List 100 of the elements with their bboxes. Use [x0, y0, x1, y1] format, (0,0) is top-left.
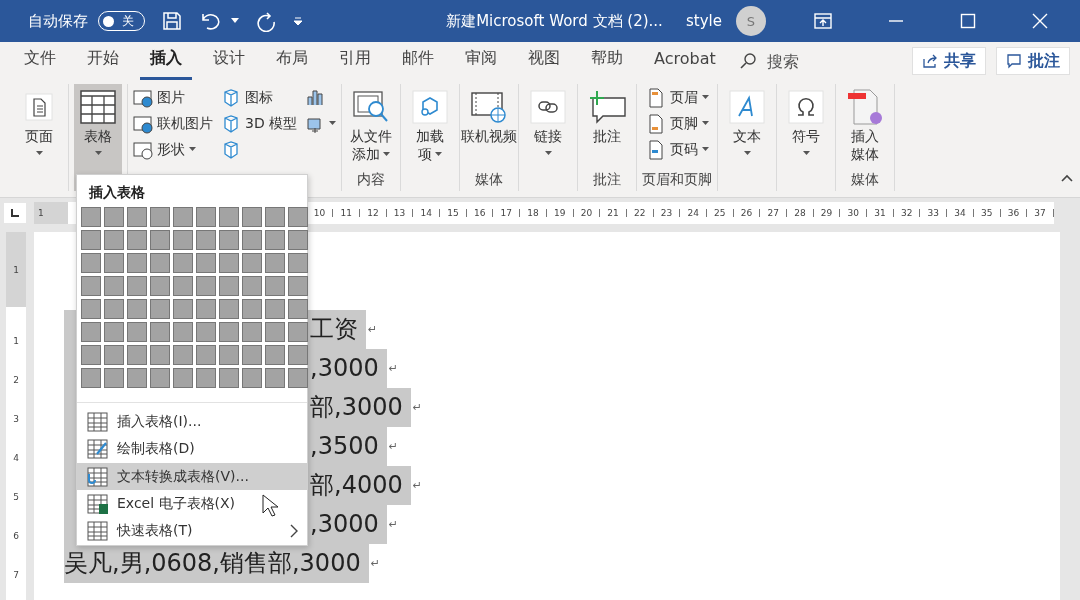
- autosave-label: 自动保存: [28, 11, 88, 31]
- customize-caret-icon[interactable]: [293, 16, 303, 26]
- paragraph-mark: ↵: [388, 440, 398, 453]
- ruler-number: 12: [367, 208, 379, 218]
- share-icon: [922, 53, 938, 69]
- table-icon: [87, 520, 109, 543]
- caret-icon: [701, 121, 709, 126]
- table-icon: [87, 411, 109, 434]
- ribbon-tab[interactable]: 开始: [77, 42, 129, 80]
- ribbon-button[interactable]: 页眉: [645, 86, 709, 109]
- video-globe-icon: [470, 90, 509, 124]
- ribbon-tab[interactable]: Acrobat: [644, 43, 726, 79]
- caret-icon: [435, 151, 443, 157]
- ribbon-button[interactable]: 从文件 添加: [347, 84, 396, 171]
- shapes-icon: [133, 139, 153, 160]
- left-tab-icon: [10, 208, 20, 218]
- ribbon-button[interactable]: 形状: [133, 138, 213, 161]
- comments-button[interactable]: 批注: [996, 47, 1070, 75]
- redo-icon[interactable]: [255, 10, 277, 32]
- ribbon-button[interactable]: 加载 项: [406, 84, 455, 191]
- mouse-pointer-icon: [262, 494, 278, 518]
- ribbon-button[interactable]: 图片: [133, 86, 213, 109]
- maximize-icon[interactable]: [960, 13, 976, 29]
- caret-icon: [544, 151, 552, 156]
- share-button[interactable]: 共享: [912, 47, 986, 75]
- menu-item[interactable]: 快速表格(T): [77, 517, 307, 546]
- search-icon: [738, 52, 757, 70]
- caret-icon: [383, 151, 391, 157]
- ruler-number: 20: [580, 208, 593, 218]
- ribbon-tab[interactable]: 布局: [266, 42, 318, 80]
- ruler-number: 19: [553, 208, 566, 218]
- ruler-number: 10: [313, 208, 326, 218]
- ribbon-tab[interactable]: 设计: [203, 42, 255, 80]
- ruler-number: 36: [1007, 208, 1020, 218]
- ribbon-button[interactable]: 插入 媒体: [841, 84, 890, 171]
- ruler-number: 17: [500, 208, 513, 218]
- ruler-number: 21: [607, 208, 619, 218]
- ribbon-tab[interactable]: 视图: [518, 42, 570, 80]
- caret-icon: [701, 95, 709, 100]
- ruler-number: 1: [38, 208, 44, 218]
- paragraph-mark: ↵: [412, 401, 422, 414]
- ruler-number: 11: [340, 208, 352, 218]
- ribbon-button[interactable]: 文本: [723, 84, 772, 191]
- paragraph-mark: ↵: [370, 557, 380, 570]
- ribbon-button[interactable]: 链接: [524, 84, 573, 191]
- paragraph-mark: ↵: [388, 518, 398, 531]
- ruler-number: 27: [767, 208, 779, 218]
- media-file-icon: [846, 88, 885, 126]
- ruler-number: 33: [927, 208, 940, 218]
- ribbon-button[interactable]: 批注: [583, 84, 632, 171]
- paragraph-mark: ↵: [412, 479, 422, 492]
- caret-icon: [189, 147, 196, 152]
- ruler-number: 6: [13, 531, 19, 541]
- comment-icon: [1006, 53, 1022, 69]
- menu-item[interactable]: 绘制表格(D): [77, 435, 307, 464]
- ribbon-tab[interactable]: 文件: [14, 42, 66, 80]
- ruler-number: 7: [13, 570, 19, 580]
- save-icon[interactable]: [161, 10, 183, 32]
- group-label: 媒体: [851, 171, 880, 189]
- link-icon: [530, 90, 567, 124]
- ribbon-button[interactable]: 页码: [645, 138, 709, 161]
- caret-icon: [802, 151, 810, 156]
- excel-table-icon: [87, 493, 109, 516]
- ruler-number: 32: [900, 208, 913, 218]
- ribbon-tab[interactable]: 帮助: [581, 42, 633, 80]
- caret-icon: [743, 151, 751, 156]
- ribbon-tab[interactable]: 审阅: [455, 42, 507, 80]
- ruler-number: 28: [794, 208, 806, 218]
- caret-icon: [329, 121, 337, 126]
- ribbon-button[interactable]: 页脚: [645, 112, 709, 135]
- ribbon-button[interactable]: 图标: [221, 86, 298, 109]
- ribbon-display-icon[interactable]: [814, 13, 832, 29]
- ruler-number: 15: [447, 208, 459, 218]
- ruler-number: 25: [714, 208, 726, 218]
- ribbon-button[interactable]: 3D 模型: [221, 112, 298, 135]
- caret-icon[interactable]: [231, 18, 239, 24]
- ribbon-tab[interactable]: 引用: [329, 42, 381, 80]
- search-field[interactable]: 搜索: [764, 50, 829, 72]
- menu-item[interactable]: 文本转换成表格(V)...: [77, 463, 307, 491]
- ruler-number: 1: [13, 336, 19, 346]
- ruler-number: 3: [13, 414, 19, 424]
- ruler-number: 30: [847, 208, 859, 218]
- ribbon-button[interactable]: 符号: [782, 84, 831, 191]
- caret-icon: [94, 151, 102, 156]
- ruler-number: 4: [13, 453, 19, 463]
- ruler-number: 5: [13, 492, 19, 502]
- ruler-number: 2: [13, 375, 19, 385]
- paragraph-mark: ↵: [388, 362, 398, 375]
- group-label: 批注: [593, 171, 622, 189]
- ruler-number: 37: [1034, 208, 1046, 218]
- ruler-number: 26: [740, 208, 753, 218]
- ruler-number: 22: [634, 208, 646, 218]
- collapse-ribbon-icon[interactable]: [1060, 173, 1074, 183]
- ribbon-button[interactable]: 页面: [15, 84, 63, 191]
- vertical-ruler[interactable]: 1 1 2 3 4 5 6 7: [6, 232, 26, 600]
- picture-icon: [133, 87, 153, 108]
- close-icon[interactable]: [1032, 13, 1048, 29]
- ribbon-button[interactable]: 联机图片: [133, 112, 213, 135]
- tab-selector[interactable]: [4, 203, 26, 223]
- ribbon-tab[interactable]: 邮件: [392, 42, 444, 80]
